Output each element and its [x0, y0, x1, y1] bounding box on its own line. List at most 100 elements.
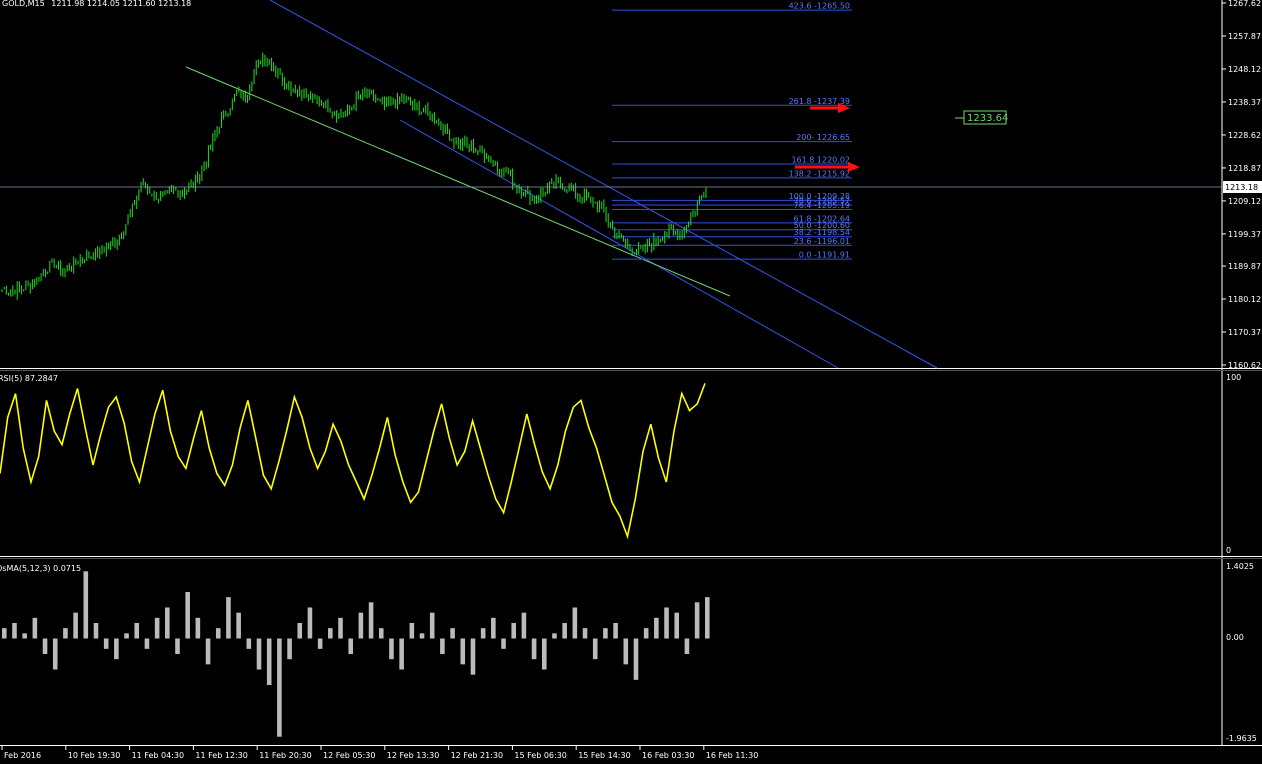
- osma-bar: [368, 602, 374, 639]
- time-tick-label: 10 Feb 19:30: [68, 751, 120, 760]
- osma-bar: [317, 638, 323, 649]
- osma-bar: [419, 633, 425, 639]
- osma-bar: [572, 607, 578, 639]
- fib-level-label: 200- 1226.65: [796, 133, 850, 142]
- osma-bar: [32, 617, 38, 639]
- osma-bar: [63, 628, 68, 639]
- osma-bar: [134, 622, 140, 639]
- channel-line-lower[interactable]: [399, 119, 839, 369]
- channel-line-upper[interactable]: [269, 0, 938, 369]
- price-tick-label: 1267.62: [1228, 0, 1261, 8]
- osma-bar: [674, 612, 680, 639]
- chart-canvas: GOLD,M15 1211.98 1214.05 1211.60 1213.18…: [0, 0, 1262, 760]
- time-tick-label: 12 Feb 05:30: [323, 751, 375, 760]
- time-tick-label: 15 Feb 06:30: [514, 751, 566, 760]
- osma-bar: [389, 638, 394, 660]
- time-tick-label: 16 Feb 03:30: [642, 751, 694, 760]
- price-marker-label: 1233.64: [967, 113, 1008, 124]
- osma-histogram: [2, 571, 710, 737]
- osma-bar: [83, 571, 89, 639]
- price-bars: [1, 52, 707, 300]
- current-price-label: 1213.18: [1225, 183, 1258, 192]
- osma-bar: [684, 638, 690, 655]
- osma-bar: [348, 638, 353, 655]
- osma-bar: [603, 628, 608, 639]
- osma-tick-top: 1.4025: [1226, 562, 1254, 571]
- fib-level-label: 0.0 -1191.91: [799, 251, 850, 260]
- fib-level-label: 423.6 -1265.50: [789, 2, 850, 11]
- time-tick-label: 11 Feb 04:30: [132, 751, 184, 760]
- osma-tick-zero: 0.00: [1226, 633, 1244, 642]
- fibonacci-expansion[interactable]: 423.6 -1265.50261.8 -1237.39200- 1226.65…: [612, 2, 852, 260]
- symbol-label: GOLD,M15: [2, 0, 45, 8]
- osma-bar: [185, 591, 190, 639]
- osma-bar: [73, 612, 78, 639]
- time-tick-label: 15 Feb 14:30: [578, 751, 630, 760]
- osma-bar: [12, 622, 17, 639]
- osma-bar: [654, 617, 659, 639]
- price-tick-label: 1257.87: [1228, 32, 1261, 41]
- price-tick-label: 1189.87: [1228, 262, 1261, 271]
- fib-level-label: 138.2 -1215.92: [789, 169, 850, 178]
- osma-bar: [266, 638, 272, 686]
- osma-bar: [165, 607, 170, 639]
- rsi-series: [0, 383, 706, 540]
- time-axis: Feb 2016 10 Feb 19:30 11 Feb 04:30 11 Feb 1…: [1, 746, 758, 760]
- osma-bar: [195, 617, 201, 639]
- osma-bar: [399, 638, 404, 670]
- price-tick-label: 1248.12: [1228, 65, 1261, 74]
- osma-bar: [501, 638, 506, 649]
- osma-bar: [623, 638, 629, 665]
- osma-bar: [297, 622, 303, 639]
- price-tick-label: 1238.37: [1228, 98, 1261, 107]
- price-tick-label: 1199.37: [1228, 230, 1261, 239]
- osma-bar: [633, 638, 639, 680]
- osma-bar: [144, 638, 150, 649]
- osma-tick-bottom: -1.9635: [1226, 734, 1257, 743]
- osma-bar: [705, 597, 710, 639]
- osma-bar: [215, 628, 221, 639]
- chart-header: GOLD,M15 1211.98 1214.05 1211.60 1213.18: [2, 0, 191, 8]
- osma-bar: [22, 633, 27, 639]
- price-tick-label: 1218.87: [1228, 164, 1261, 173]
- rsi-line: [0, 383, 706, 540]
- osma-bar: [460, 638, 466, 665]
- osma-bar: [277, 638, 282, 737]
- osma-title: OsMA(5,12,3) 0.0715: [0, 564, 81, 573]
- rsi-tick-100: 100: [1226, 373, 1241, 382]
- osma-bar: [256, 638, 262, 670]
- fib-level-label: 161.8 1220.02: [791, 156, 850, 165]
- price-tick-label: 1170.37: [1228, 328, 1261, 337]
- ohlc-label: 1211.98 1214.05 1211.60 1213.18: [51, 0, 191, 8]
- time-tick-label: Feb 2016: [4, 751, 41, 760]
- osma-bar: [236, 612, 241, 639]
- time-tick-label: 12 Feb 21:30: [451, 751, 503, 760]
- osma-bar: [480, 628, 486, 639]
- osma-bar: [643, 628, 649, 639]
- fib-level-label: 23.6 -1196.01: [794, 237, 850, 246]
- osma-bar: [2, 628, 7, 639]
- trend-line-green[interactable]: [185, 66, 731, 297]
- time-tick-label: 16 Feb 11:30: [706, 751, 758, 760]
- osma-bar: [409, 622, 415, 639]
- osma-bar: [511, 622, 517, 639]
- time-tick-label: 11 Feb 20:30: [259, 751, 311, 760]
- osma-bar: [541, 638, 547, 670]
- osma-bar: [562, 622, 567, 639]
- osma-bar: [470, 638, 476, 675]
- osma-bar: [582, 628, 588, 639]
- price-tick-label: 1160.62: [1228, 361, 1261, 370]
- osma-bar: [328, 628, 333, 639]
- rsi-tick-0: 0: [1226, 546, 1231, 555]
- osma-bar: [287, 638, 292, 660]
- rsi-title: RSI(5) 87.2847: [0, 374, 58, 383]
- osma-bar: [552, 633, 557, 639]
- osma-bar: [429, 612, 435, 639]
- time-tick-label: 11 Feb 12:30: [195, 751, 247, 760]
- osma-bar: [246, 638, 252, 649]
- osma-bar: [592, 638, 598, 660]
- osma-bar: [205, 638, 211, 665]
- osma-bar: [694, 602, 700, 639]
- osma-bar: [338, 617, 343, 639]
- osma-bar: [307, 607, 313, 639]
